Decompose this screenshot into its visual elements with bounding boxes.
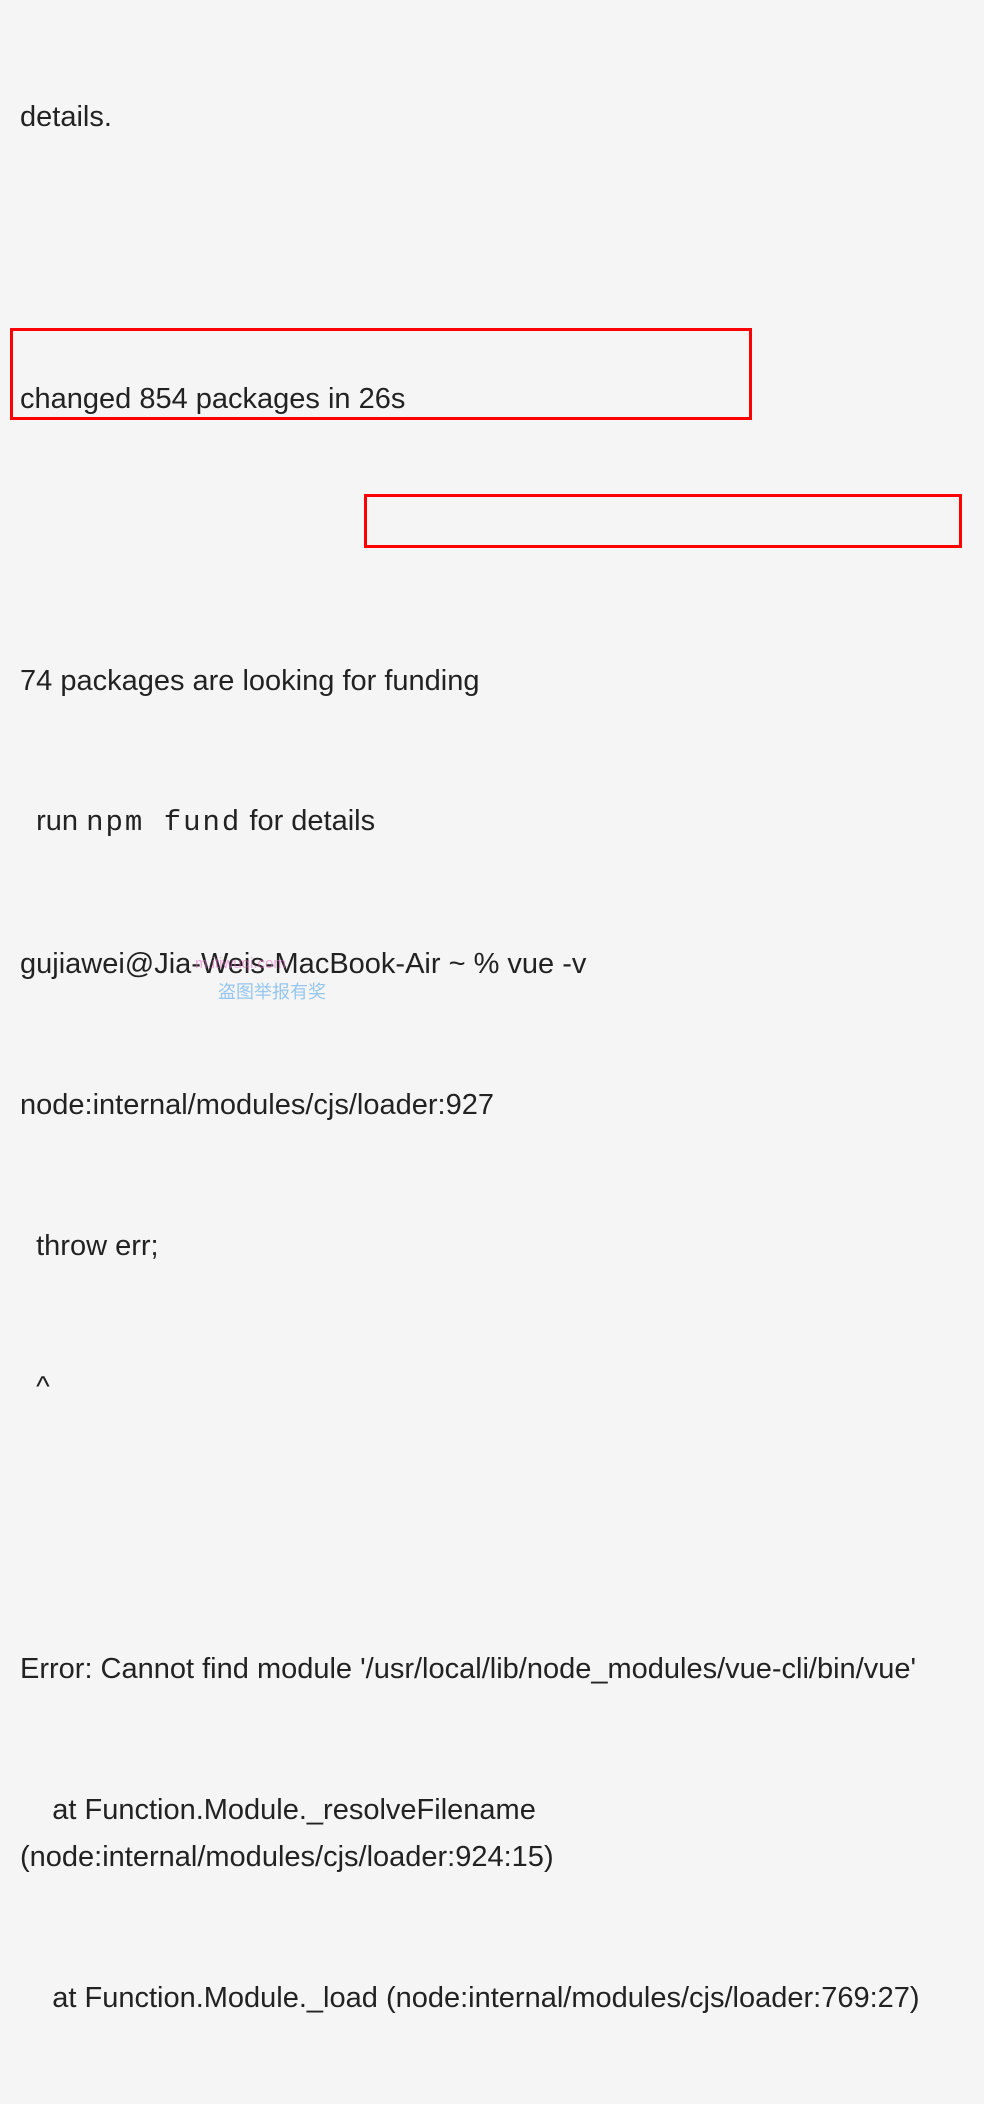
text-prefix: run xyxy=(20,805,86,837)
error-line: ^ xyxy=(20,1364,964,1411)
stack-trace-line: at Function.Module._load (node:internal/… xyxy=(20,1975,964,2022)
output-line: changed 854 packages in 26s xyxy=(20,376,964,423)
watermark-text: 盗图举报有奖 xyxy=(218,978,326,1007)
prompt-line: gujiawei@Jia-Weis-MacBook-Air ~ % vue -v xyxy=(20,941,964,988)
output-line: 74 packages are looking for funding xyxy=(20,658,964,705)
terminal-output: details. changed 854 packages in 26s 74 … xyxy=(20,0,964,2104)
command-text: npm fund xyxy=(86,806,241,839)
output-line: details. xyxy=(20,94,964,141)
output-line-blank xyxy=(20,1505,964,1552)
output-line-blank xyxy=(20,235,964,282)
text-suffix: for details xyxy=(241,805,375,837)
error-line: throw err; xyxy=(20,1223,964,1270)
output-line-blank xyxy=(20,517,964,564)
stack-trace-line: at Function.Module._resolveFilename (nod… xyxy=(20,1787,964,1881)
error-line: node:internal/modules/cjs/loader:927 xyxy=(20,1082,964,1129)
watermark-url: m.itiwuqi.com xyxy=(195,952,286,976)
error-message-line: Error: Cannot find module '/usr/local/li… xyxy=(20,1646,964,1693)
output-line: run npm fund for details xyxy=(20,798,964,847)
